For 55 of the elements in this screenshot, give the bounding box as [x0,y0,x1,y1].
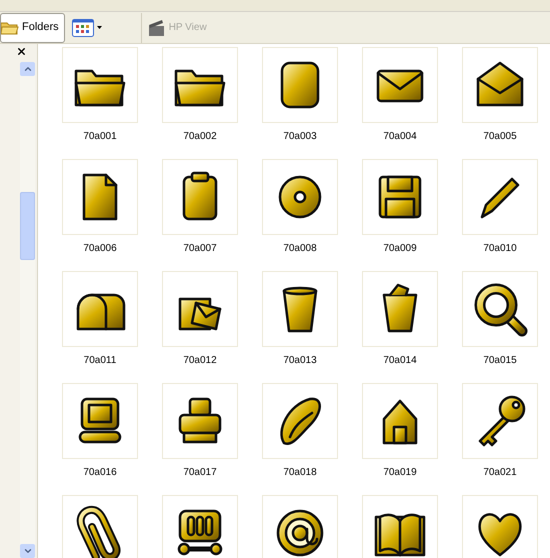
thumbnail-frame[interactable] [162,495,238,558]
thumbnail-label[interactable]: 70a007 [183,241,217,256]
thumbnail-label[interactable]: 70a019 [383,465,417,480]
thumbnail-frame[interactable] [462,495,538,558]
thumbnail-label[interactable]: 70a006 [83,241,117,256]
thumbnail-frame[interactable] [262,495,338,558]
thumbnail-frame[interactable] [362,383,438,459]
views-icon [72,18,94,36]
thumbnail-frame[interactable] [162,271,238,347]
scrollbar[interactable] [20,62,35,558]
thumbnail-frame[interactable] [362,271,438,347]
thumbnail-frame[interactable] [62,47,138,123]
thumbnail-label[interactable]: 70a003 [283,129,317,144]
thumbnail-frame[interactable] [262,383,338,459]
thumbnail-label[interactable]: 70a011 [84,353,116,368]
thumbnail-label[interactable]: 70a001 [83,129,117,144]
thumbnail-label[interactable]: 70a014 [383,353,417,368]
thumbnail-label[interactable]: 70a010 [483,241,517,256]
thumbnail-label[interactable]: 70a002 [183,129,217,144]
thumbnail-frame[interactable] [262,271,338,347]
scroll-thumb[interactable] [20,192,35,260]
thumbnail-label[interactable]: 70a021 [483,465,517,480]
thumbnail-label[interactable]: 70a012 [183,353,217,368]
thumbnail-frame[interactable] [462,47,538,123]
folder-icon [1,20,19,36]
thumbnail-frame[interactable] [62,159,138,235]
clapperboard-icon [148,18,166,36]
thumbnail-label[interactable]: 70a008 [283,241,317,256]
thumbnail-frame[interactable] [162,383,238,459]
thumbnail-frame[interactable] [62,495,138,558]
thumbnail-frame[interactable] [362,159,438,235]
thumbnail-label[interactable]: 70a004 [383,129,417,144]
scroll-up-button[interactable] [20,62,35,76]
thumbnail-frame[interactable] [462,383,538,459]
thumbnail-frame[interactable] [162,159,238,235]
close-icon[interactable] [16,46,27,56]
thumbnail-label[interactable]: 70a016 [83,465,117,480]
dropdown-caret-icon [96,26,102,29]
thumbnail-label[interactable]: 70a015 [483,353,517,368]
thumbnail-frame[interactable] [362,495,438,558]
thumbnail-frame[interactable] [262,159,338,235]
thumbnail-label[interactable]: 70a018 [283,465,317,480]
thumbnail-label[interactable]: 70a017 [183,465,217,480]
thumbnail-frame[interactable] [62,271,138,347]
scroll-down-button[interactable] [20,544,35,558]
thumbnail-frame[interactable] [462,271,538,347]
thumbnail-frame[interactable] [62,383,138,459]
thumbnail-frame[interactable] [162,47,238,123]
thumbnail-frame[interactable] [262,47,338,123]
folders-button[interactable]: Folders [0,12,65,42]
thumbnail-frame[interactable] [462,159,538,235]
thumbnail-label[interactable]: 70a009 [383,241,417,256]
thumbnail-label[interactable]: 70a013 [283,353,317,368]
thumbnail-label[interactable]: 70a005 [483,129,517,144]
thumbnail-frame[interactable] [362,47,438,123]
